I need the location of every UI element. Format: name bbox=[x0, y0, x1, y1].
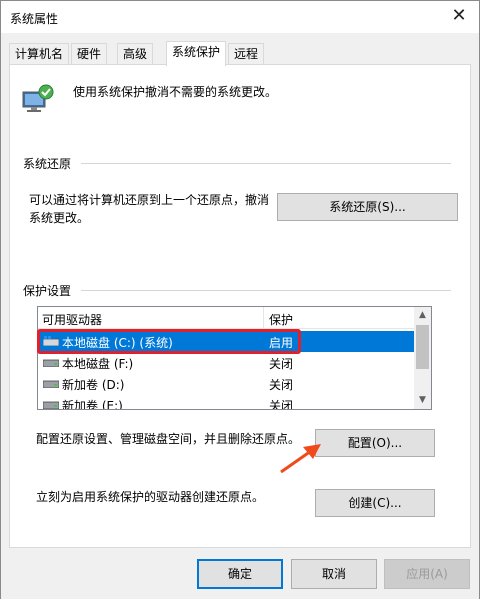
scroll-thumb[interactable] bbox=[416, 325, 429, 369]
restore-group-title: 系统还原 bbox=[23, 155, 76, 172]
drive-row-d[interactable]: 新加卷 (D:) 关闭 bbox=[38, 373, 415, 394]
tab-hardware[interactable]: 硬件 bbox=[71, 43, 108, 65]
column-status[interactable]: 保护 bbox=[269, 311, 293, 328]
apply-button[interactable]: 应用(A) bbox=[384, 559, 470, 589]
tab-strip: 计算机名 硬件 高级 系统保护 远程 bbox=[9, 41, 469, 66]
annotation-highlight-box bbox=[37, 329, 301, 354]
protection-group-title: 保护设置 bbox=[23, 282, 76, 299]
tab-advanced[interactable]: 高级 bbox=[117, 43, 154, 65]
dialog-footer: 确定 取消 应用(A) bbox=[1, 549, 479, 599]
create-description: 立刻为启用系统保护的驱动器创建还原点。 bbox=[36, 490, 265, 504]
drive-list-header: 可用驱动器 保护 bbox=[38, 307, 415, 329]
cancel-button[interactable]: 取消 bbox=[291, 559, 377, 589]
restore-group-divider bbox=[81, 163, 451, 164]
intro-text: 使用系统保护撤消不需要的系统更改。 bbox=[73, 85, 278, 99]
drive-icon bbox=[43, 401, 59, 409]
tab-system-protection[interactable]: 系统保护 bbox=[166, 41, 227, 66]
column-drive[interactable]: 可用驱动器 bbox=[42, 311, 102, 328]
computer-shield-icon bbox=[22, 84, 54, 112]
system-restore-button[interactable]: 系统还原(S)... bbox=[277, 193, 458, 221]
ok-button[interactable]: 确定 bbox=[197, 559, 283, 589]
drive-icon bbox=[43, 380, 59, 388]
drive-status: 关闭 bbox=[269, 399, 294, 410]
drive-list[interactable]: 可用驱动器 保护 本地磁盘 (C:) (系统) 启用 本地磁盘 (F:) 关闭 … bbox=[37, 306, 432, 410]
drive-name: 本地磁盘 (F:) bbox=[62, 357, 134, 371]
restore-desc-line2: 系统更改。 bbox=[29, 211, 90, 225]
configure-description: 配置还原设置、管理磁盘空间，并且删除还原点。 bbox=[36, 432, 301, 446]
scroll-up-icon[interactable]: ▲ bbox=[414, 307, 431, 324]
tab-remote[interactable]: 远程 bbox=[228, 43, 265, 65]
system-properties-window: 系统属性 ✕ 计算机名 硬件 高级 系统保护 远程 使用系统保护撤消不需要的系统… bbox=[0, 0, 480, 599]
scroll-down-icon[interactable]: ▼ bbox=[414, 392, 431, 409]
drive-status: 关闭 bbox=[269, 378, 294, 392]
drive-row-e[interactable]: 新加卷 (E:) 关闭 bbox=[38, 394, 415, 410]
configure-button[interactable]: 配置(O)... bbox=[315, 429, 435, 457]
window-title: 系统属性 bbox=[10, 12, 59, 26]
create-button[interactable]: 创建(C)... bbox=[315, 489, 435, 517]
annotation-arrow-icon bbox=[280, 444, 321, 474]
protection-group-divider bbox=[81, 290, 451, 291]
title-bar: 系统属性 ✕ bbox=[1, 1, 479, 33]
drive-status: 关闭 bbox=[269, 357, 294, 371]
drive-icon bbox=[43, 359, 59, 367]
restore-desc-line1: 可以通过将计算机还原到上一个还原点，撤消 bbox=[29, 193, 270, 207]
tab-computer-name[interactable]: 计算机名 bbox=[9, 43, 70, 65]
restore-description: 可以通过将计算机还原到上一个还原点，撤消 系统更改。 bbox=[29, 191, 269, 227]
drive-name: 新加卷 (D:) bbox=[62, 378, 125, 392]
drive-list-scrollbar[interactable]: ▲ ▼ bbox=[414, 307, 431, 409]
drive-name: 新加卷 (E:) bbox=[62, 399, 123, 410]
drive-row-f[interactable]: 本地磁盘 (F:) 关闭 bbox=[38, 352, 415, 373]
column-separator[interactable] bbox=[263, 307, 264, 329]
close-icon[interactable]: ✕ bbox=[439, 1, 479, 33]
